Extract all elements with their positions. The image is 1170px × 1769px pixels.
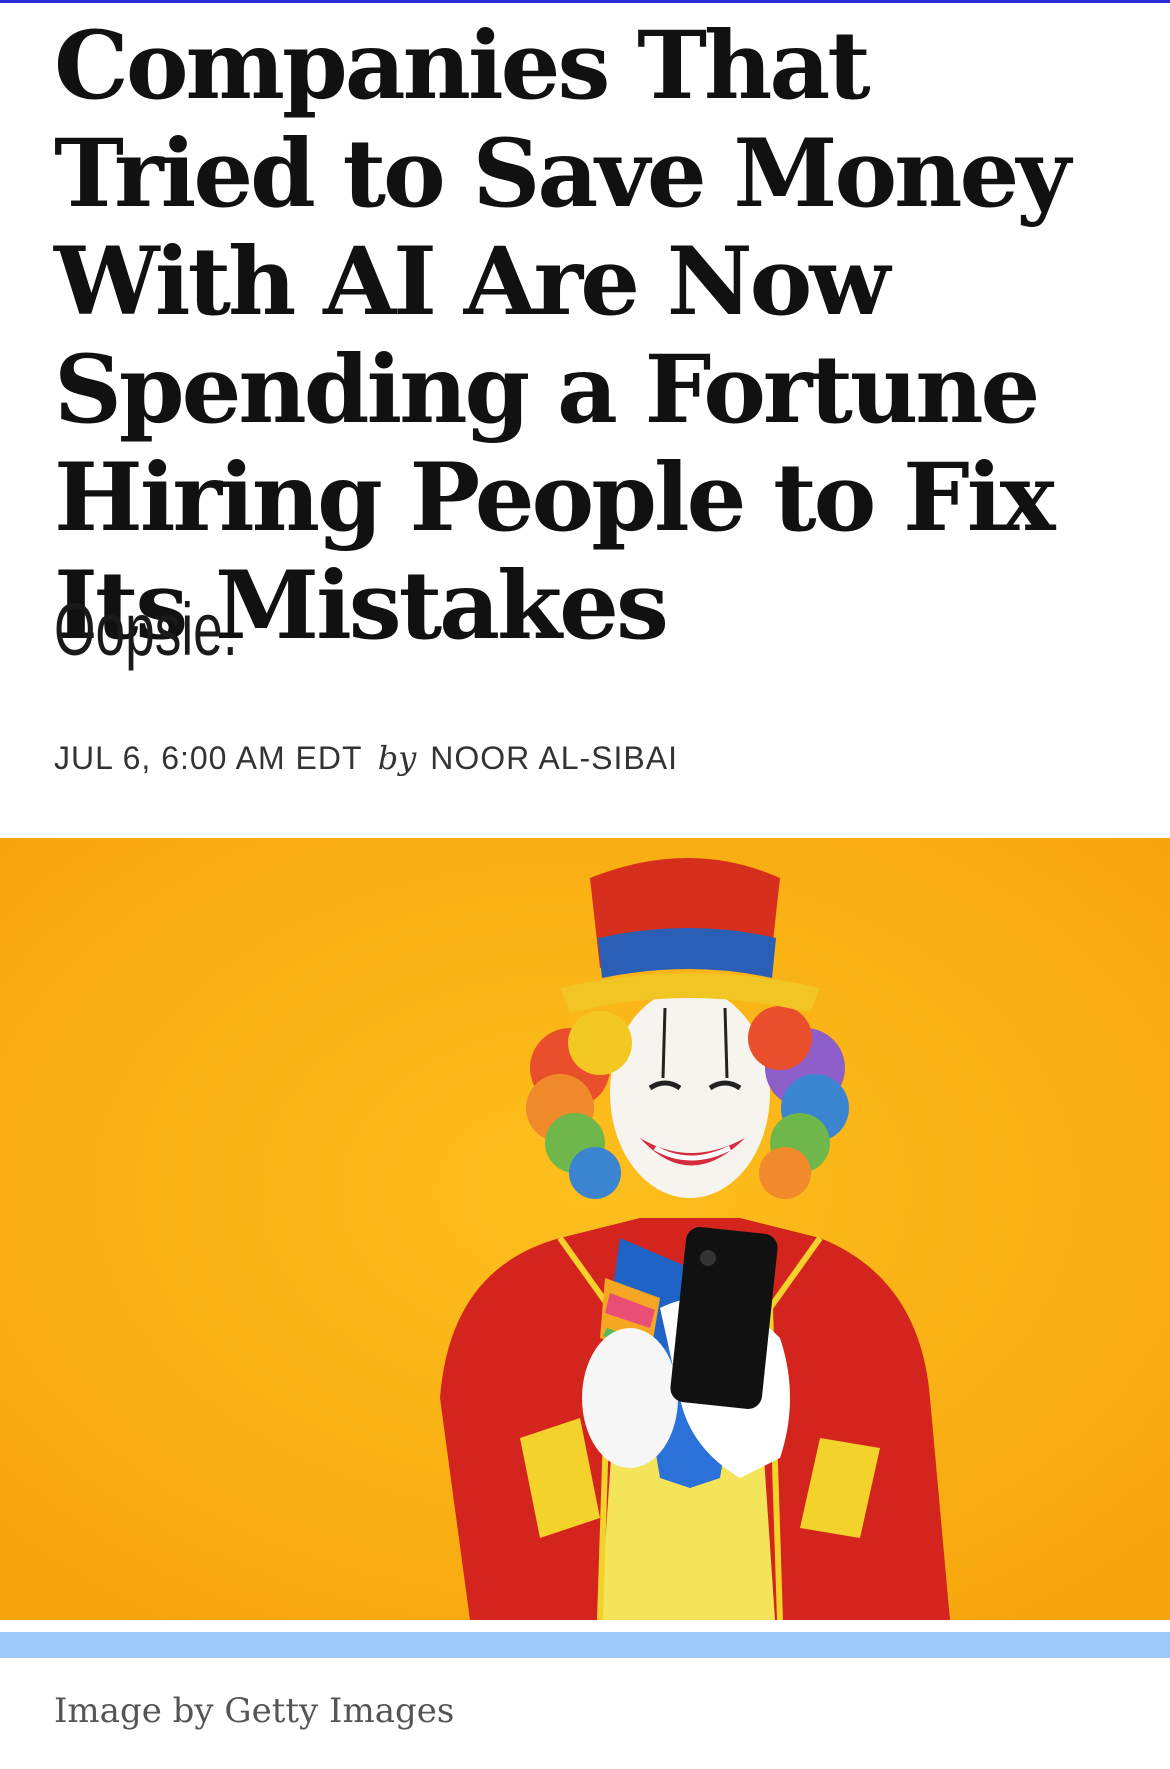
author-link[interactable]: NOOR AL-SIBAI [430,740,678,776]
hero-image[interactable] [0,838,1170,1620]
byline-by-word: by [377,739,417,777]
top-accent-rule [0,0,1170,3]
horizontal-scrollbar[interactable] [0,1632,1170,1658]
article-byline: JUL 6, 6:00 AM EDT by NOOR AL-SIBAI [54,738,678,778]
article-dek: Oopsie. [54,588,238,671]
article-headline: Companies That Tried to Save Money With … [54,11,1071,661]
clown-illustration [0,838,1170,1620]
publish-date: JUL 6, 6:00 AM EDT [54,740,362,776]
image-caption: Image by Getty Images [54,1691,455,1731]
